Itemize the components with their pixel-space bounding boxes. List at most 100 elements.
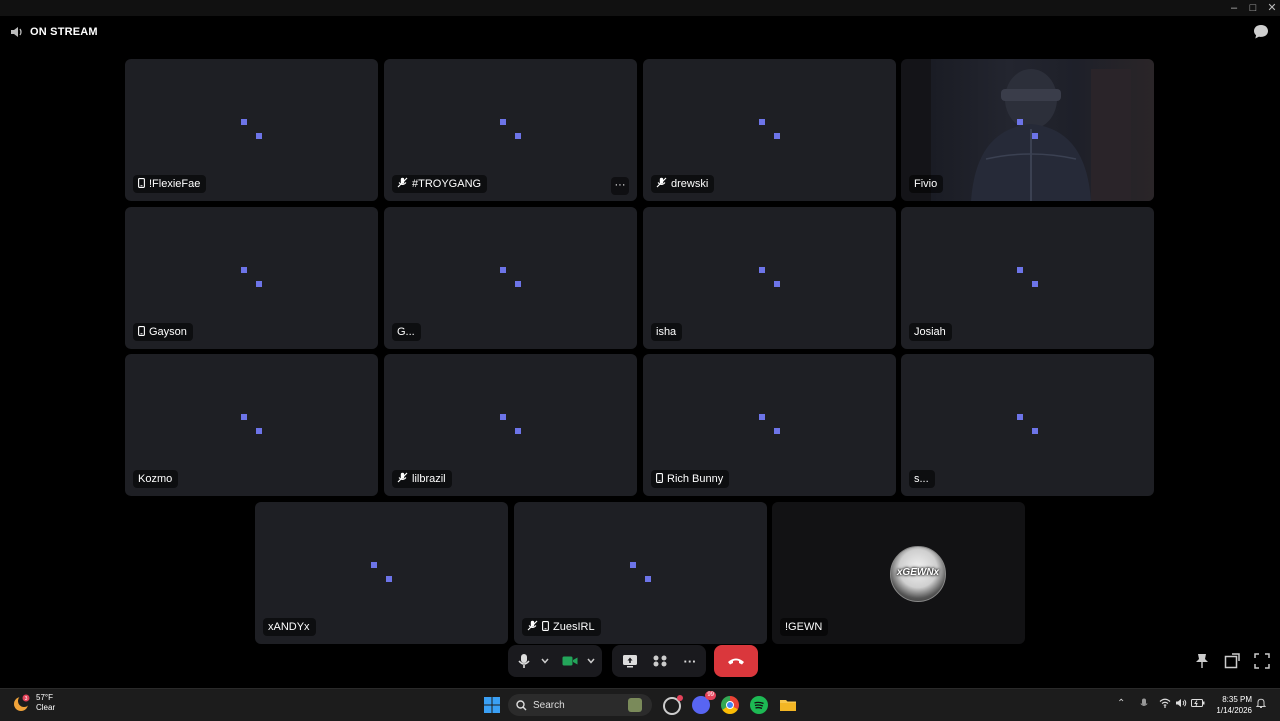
participant-nameplate: isha bbox=[651, 323, 683, 341]
participant-tile-s[interactable]: s... bbox=[901, 354, 1154, 496]
participant-name: isha bbox=[656, 326, 677, 338]
participant-tile-flexiefae[interactable]: !FlexieFae bbox=[125, 59, 378, 201]
obs-icon[interactable] bbox=[663, 695, 683, 715]
spotify-icon[interactable] bbox=[750, 696, 768, 714]
loading-dot bbox=[1017, 267, 1023, 273]
loading-dot bbox=[1017, 119, 1023, 125]
loading-dot bbox=[241, 414, 247, 420]
hang-up-button[interactable] bbox=[714, 645, 758, 677]
loading-dot bbox=[1032, 281, 1038, 287]
loading-dot bbox=[1032, 428, 1038, 434]
volume-icon[interactable] bbox=[1175, 698, 1187, 711]
clock-date: 1/14/2026 bbox=[1216, 706, 1252, 715]
participant-name: xANDYx bbox=[268, 621, 310, 633]
loading-dot bbox=[500, 414, 506, 420]
notification-bell-icon[interactable] bbox=[1255, 698, 1267, 712]
activities-icon[interactable] bbox=[650, 651, 670, 671]
chevron-down-icon[interactable] bbox=[581, 651, 601, 671]
taskbar-search[interactable]: Search bbox=[508, 694, 652, 716]
pin-icon[interactable] bbox=[1195, 653, 1211, 669]
loading-dot bbox=[256, 428, 262, 434]
participant-nameplate: G... bbox=[392, 323, 421, 341]
loading-dot bbox=[645, 576, 651, 582]
microphone-tray-icon[interactable] bbox=[1140, 698, 1148, 712]
mic-muted-icon bbox=[527, 620, 538, 634]
loading-dot bbox=[241, 267, 247, 273]
weather-moon-icon: 3 bbox=[14, 694, 30, 711]
participant-tile-rich-bunny[interactable]: Rich Bunny bbox=[643, 354, 896, 496]
participant-nameplate: ZuesIRL bbox=[522, 618, 601, 636]
search-placeholder: Search bbox=[533, 699, 565, 711]
battery-icon[interactable] bbox=[1191, 698, 1205, 711]
participant-name: lilbrazil bbox=[412, 473, 446, 485]
participant-tile-xandyx[interactable]: xANDYx bbox=[255, 502, 508, 644]
loading-dot bbox=[759, 119, 765, 125]
participant-more-button[interactable]: ··· bbox=[611, 177, 629, 195]
svg-text:3: 3 bbox=[25, 696, 28, 702]
microphone-icon[interactable] bbox=[514, 651, 534, 671]
taskbar: 3 57°F Clear Search 99 ⌃ 8:35 PM 1/14/20… bbox=[0, 688, 1280, 721]
obs-badge bbox=[677, 695, 683, 701]
discord-badge: 99 bbox=[705, 691, 716, 700]
maximize-icon[interactable]: □ bbox=[1245, 1, 1261, 15]
participant-tile-fivio[interactable]: Fivio bbox=[901, 59, 1154, 201]
participant-nameplate: xANDYx bbox=[263, 618, 316, 636]
loading-dot bbox=[515, 133, 521, 139]
chrome-icon[interactable] bbox=[721, 696, 739, 714]
participant-name: #TROYGANG bbox=[412, 178, 482, 190]
phone-icon bbox=[138, 325, 145, 339]
participant-tile-zuesirl[interactable]: ZuesIRL bbox=[514, 502, 767, 644]
speaker-icon bbox=[11, 27, 22, 37]
participant-tile-lilbrazil[interactable]: lilbrazil bbox=[384, 354, 637, 496]
close-icon[interactable]: ✕ bbox=[1264, 1, 1280, 15]
camera-icon[interactable] bbox=[560, 651, 580, 671]
loading-dot bbox=[774, 281, 780, 287]
file-explorer-icon[interactable] bbox=[779, 696, 797, 714]
chevron-up-icon[interactable]: ⌃ bbox=[1117, 698, 1125, 709]
video-feed bbox=[931, 59, 1154, 201]
avatar: xGEWNx bbox=[890, 546, 946, 602]
popout-icon[interactable] bbox=[1224, 653, 1240, 669]
participant-name: s... bbox=[914, 473, 929, 485]
mic-muted-icon bbox=[397, 472, 408, 486]
loading-dot bbox=[759, 267, 765, 273]
participant-nameplate: drewski bbox=[651, 175, 715, 193]
title-bar: – □ ✕ bbox=[0, 0, 1280, 16]
participant-nameplate: !FlexieFae bbox=[133, 175, 207, 193]
participant-tile-troygang[interactable]: #TROYGANG ··· bbox=[384, 59, 637, 201]
phone-icon bbox=[138, 177, 145, 191]
participant-tile-gayson[interactable]: Gayson bbox=[125, 207, 378, 349]
loading-dot bbox=[759, 414, 765, 420]
fullscreen-icon[interactable] bbox=[1254, 653, 1270, 669]
participant-name: Gayson bbox=[149, 326, 187, 338]
participant-tile-drewski[interactable]: drewski bbox=[643, 59, 896, 201]
loading-dot bbox=[371, 562, 377, 568]
participant-tile-g[interactable]: G... bbox=[384, 207, 637, 349]
participant-name: !FlexieFae bbox=[149, 178, 201, 190]
minimize-icon[interactable]: – bbox=[1226, 1, 1242, 15]
on-stream-label: ON STREAM bbox=[30, 26, 98, 38]
discord-icon[interactable]: 99 bbox=[692, 691, 716, 714]
search-highlight-icon bbox=[628, 698, 642, 712]
screen-share-icon[interactable] bbox=[620, 651, 640, 671]
participant-tile-josiah[interactable]: Josiah bbox=[901, 207, 1154, 349]
loading-dot bbox=[500, 119, 506, 125]
loading-dot bbox=[515, 428, 521, 434]
system-clock[interactable]: 8:35 PM 1/14/2026 bbox=[1216, 694, 1252, 716]
more-icon[interactable]: ··· bbox=[680, 651, 700, 671]
participant-tile-isha[interactable]: isha bbox=[643, 207, 896, 349]
start-icon[interactable] bbox=[483, 696, 501, 714]
chevron-down-icon[interactable] bbox=[535, 651, 555, 671]
chat-icon[interactable] bbox=[1252, 23, 1270, 41]
weather-temp: 57°F bbox=[36, 693, 53, 702]
participant-tile-gewn[interactable]: xGEWNx !GEWN bbox=[772, 502, 1025, 644]
participant-name: ZuesIRL bbox=[553, 621, 595, 633]
weather-widget[interactable]: 3 57°F Clear bbox=[12, 693, 55, 713]
participant-tile-kozmo[interactable]: Kozmo bbox=[125, 354, 378, 496]
loading-dot bbox=[630, 562, 636, 568]
loading-dot bbox=[1017, 414, 1023, 420]
wifi-icon[interactable] bbox=[1159, 698, 1171, 711]
participant-nameplate: Kozmo bbox=[133, 470, 179, 488]
participant-nameplate: !GEWN bbox=[780, 618, 829, 636]
loading-dot bbox=[515, 281, 521, 287]
